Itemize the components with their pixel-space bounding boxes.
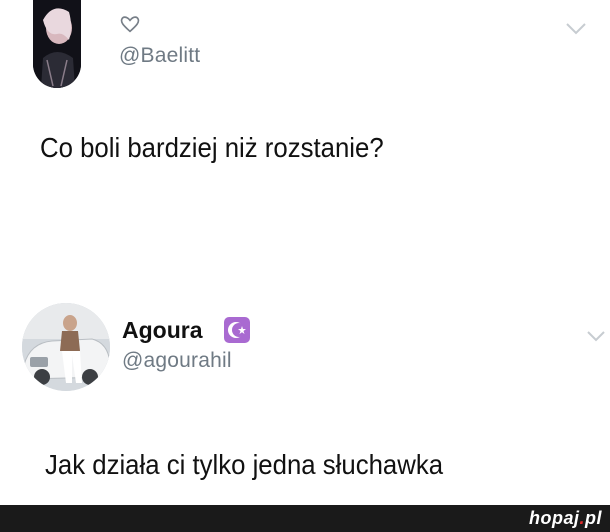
user-handle[interactable]: @Baelitt xyxy=(119,44,200,68)
brand-tld: pl xyxy=(585,508,602,528)
crescent-star-badge-icon xyxy=(224,317,250,343)
tweet-text: Jak działa ci tylko jedna słuchawka xyxy=(45,449,444,480)
user-handle[interactable]: @agourahil xyxy=(122,349,232,373)
chevron-down-icon[interactable] xyxy=(565,22,587,36)
tweet-1: @Baelitt Co boli bardziej niż rozstanie? xyxy=(0,0,610,230)
brand-logo[interactable]: hopaj.pl xyxy=(529,508,602,529)
brand-name: hopaj xyxy=(528,508,580,528)
avatar[interactable] xyxy=(33,0,81,88)
chevron-down-icon[interactable] xyxy=(586,330,606,343)
tweet-text: Co boli bardziej niż rozstanie? xyxy=(40,132,384,163)
display-name[interactable]: Agoura xyxy=(122,317,203,344)
avatar[interactable] xyxy=(22,303,110,391)
heart-icon[interactable] xyxy=(119,13,141,35)
footer-bar: hopaj.pl xyxy=(0,505,610,532)
